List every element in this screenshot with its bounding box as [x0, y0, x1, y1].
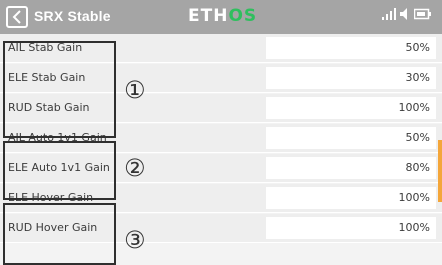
value-field[interactable]: 50%: [266, 127, 436, 149]
value-field[interactable]: 50%: [266, 37, 436, 59]
group-box-auto: [3, 141, 116, 200]
chevron-left-icon: [12, 10, 21, 24]
group-marker-2: ②: [124, 154, 146, 182]
top-bar: SRX Stable ETHOS: [0, 0, 442, 34]
back-button[interactable]: [6, 6, 28, 28]
value-field[interactable]: 100%: [266, 97, 436, 119]
logo-os: OS: [228, 6, 258, 26]
group-marker-1: ①: [124, 76, 146, 104]
ethos-logo: ETHOS: [188, 6, 257, 26]
value-field[interactable]: 30%: [266, 67, 436, 89]
value-field[interactable]: 100%: [266, 217, 436, 239]
group-marker-3: ③: [124, 226, 146, 254]
scrollbar-thumb[interactable]: [438, 140, 442, 202]
battery-icon: [414, 8, 431, 20]
page-title: SRX Stable: [34, 8, 111, 24]
speaker-icon: [400, 8, 407, 20]
group-box-hover: [3, 203, 116, 265]
group-box-stab: [3, 41, 116, 138]
value-field[interactable]: 80%: [266, 157, 436, 179]
value-field[interactable]: 100%: [266, 187, 436, 209]
signal-icon: [382, 8, 396, 20]
logo-eth: ETH: [188, 6, 229, 26]
status-icons: [382, 8, 432, 20]
